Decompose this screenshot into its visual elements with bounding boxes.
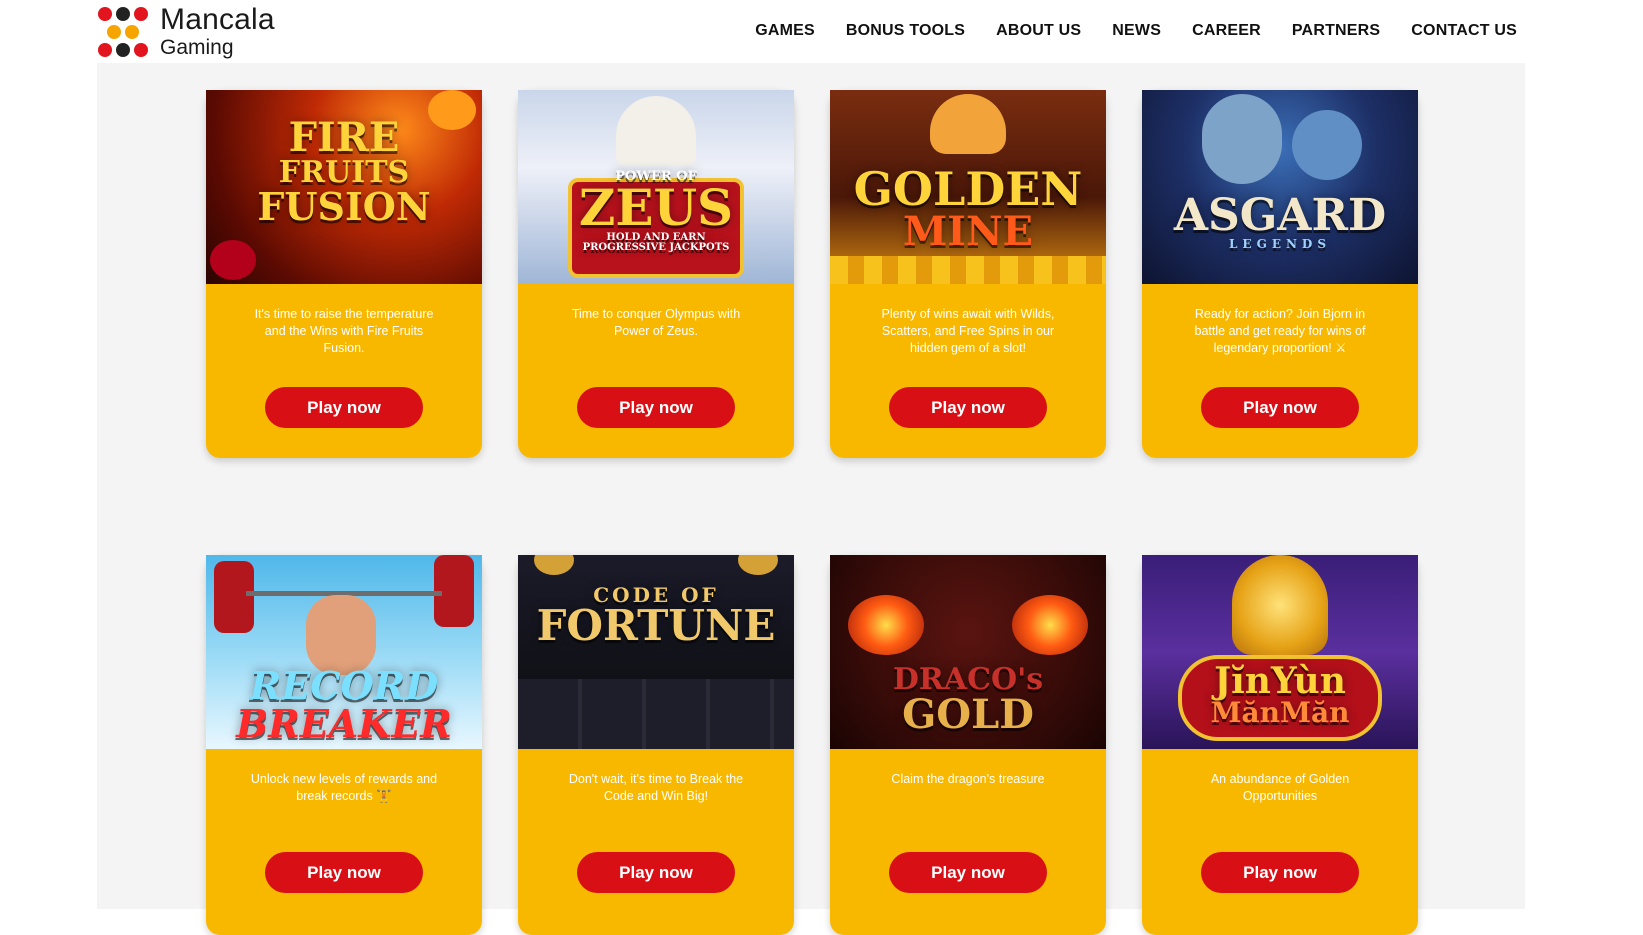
games-grid: FIRE FRUITS FUSION It's time to raise th… xyxy=(97,63,1525,935)
nav-games[interactable]: GAMES xyxy=(755,22,815,40)
art-line: JĭnYùn xyxy=(1214,660,1346,702)
nav-news[interactable]: NEWS xyxy=(1112,22,1161,40)
game-art-code-of-fortune[interactable]: CODE OF FORTUNE xyxy=(518,555,794,749)
game-art-asgard-legends[interactable]: ASGARD LEGENDS xyxy=(1142,90,1418,284)
game-art-golden-mine[interactable]: GOLDEN MINE xyxy=(830,90,1106,284)
play-now-button[interactable]: Play now xyxy=(1201,852,1359,893)
art-line: BREAKER xyxy=(236,701,452,746)
game-description: It's time to raise the temperature and t… xyxy=(254,307,434,355)
art-line: FORTUNE xyxy=(536,601,776,650)
play-now-button[interactable]: Play now xyxy=(889,852,1047,893)
mancala-logo-icon xyxy=(96,5,150,59)
game-description: Unlock new levels of rewards and break r… xyxy=(250,772,438,803)
art-line: GOLD xyxy=(902,691,1034,738)
game-art-record-breaker[interactable]: RECORD BREAKER xyxy=(206,555,482,749)
game-description: Claim the dragon's treasure xyxy=(891,772,1045,786)
main-nav: GAMES BONUS TOOLS ABOUT US NEWS CAREER P… xyxy=(755,22,1517,40)
nav-bonus-tools[interactable]: BONUS TOOLS xyxy=(846,22,965,40)
art-line: ASGARD xyxy=(1173,190,1387,241)
nav-about-us[interactable]: ABOUT US xyxy=(996,22,1081,40)
game-art-jinyun-manman[interactable]: JĭnYùn MănMăn xyxy=(1142,555,1418,749)
game-description: Don't wait, it's time to Break the Code … xyxy=(568,772,744,803)
game-description: Plenty of wins await with Wilds, Scatter… xyxy=(881,307,1055,355)
game-card: JĭnYùn MănMăn An abundance of Golden Opp… xyxy=(1142,555,1418,935)
game-card: POWER OF ZEUS HOLD AND EARN PROGRESSIVE … xyxy=(518,90,794,458)
nav-contact-us[interactable]: CONTACT US xyxy=(1411,22,1517,40)
game-card: GOLDEN MINE Plenty of wins await with Wi… xyxy=(830,90,1106,458)
play-now-button[interactable]: Play now xyxy=(577,387,735,428)
logo-name: Mancala xyxy=(160,3,275,36)
play-now-button[interactable]: Play now xyxy=(889,387,1047,428)
art-line: GOLDEN xyxy=(853,162,1083,216)
art-line: RECORD xyxy=(249,663,439,708)
game-card: ASGARD LEGENDS Ready for action? Join Bj… xyxy=(1142,90,1418,458)
game-card: DRACO's GOLD Claim the dragon's treasure… xyxy=(830,555,1106,935)
game-card: FIRE FRUITS FUSION It's time to raise th… xyxy=(206,90,482,458)
nav-partners[interactable]: PARTNERS xyxy=(1292,22,1380,40)
play-now-button[interactable]: Play now xyxy=(1201,387,1359,428)
logo-subname: Gaming xyxy=(160,36,234,59)
site-header: Mancala Gaming GAMES BONUS TOOLS ABOUT U… xyxy=(0,0,1643,63)
play-now-button[interactable]: Play now xyxy=(265,387,423,428)
art-line: ZEUS xyxy=(578,178,734,237)
game-description: Ready for action? Join Bjorn in battle a… xyxy=(1194,307,1366,355)
game-art-dracos-gold[interactable]: DRACO's GOLD xyxy=(830,555,1106,749)
game-description: An abundance of Golden Opportunities xyxy=(1210,772,1350,803)
mancala-logo[interactable]: Mancala Gaming xyxy=(96,4,296,59)
game-description: Time to conquer Olympus with Power of Ze… xyxy=(571,307,741,338)
game-art-power-of-zeus[interactable]: POWER OF ZEUS HOLD AND EARN PROGRESSIVE … xyxy=(518,90,794,284)
nav-career[interactable]: CAREER xyxy=(1192,22,1261,40)
game-card: CODE OF FORTUNE Don't wait, it's time to… xyxy=(518,555,794,935)
art-line: MănMăn xyxy=(1210,696,1350,729)
play-now-button[interactable]: Play now xyxy=(577,852,735,893)
art-line: MINE xyxy=(902,208,1034,255)
play-now-button[interactable]: Play now xyxy=(265,852,423,893)
art-line: HOLD AND EARN PROGRESSIVE JACKPOTS xyxy=(582,232,730,253)
game-art-fire-fruits-fusion[interactable]: FIRE FRUITS FUSION xyxy=(206,90,482,284)
game-card: RECORD BREAKER Unlock new levels of rewa… xyxy=(206,555,482,935)
art-line: FUSION xyxy=(257,184,431,229)
